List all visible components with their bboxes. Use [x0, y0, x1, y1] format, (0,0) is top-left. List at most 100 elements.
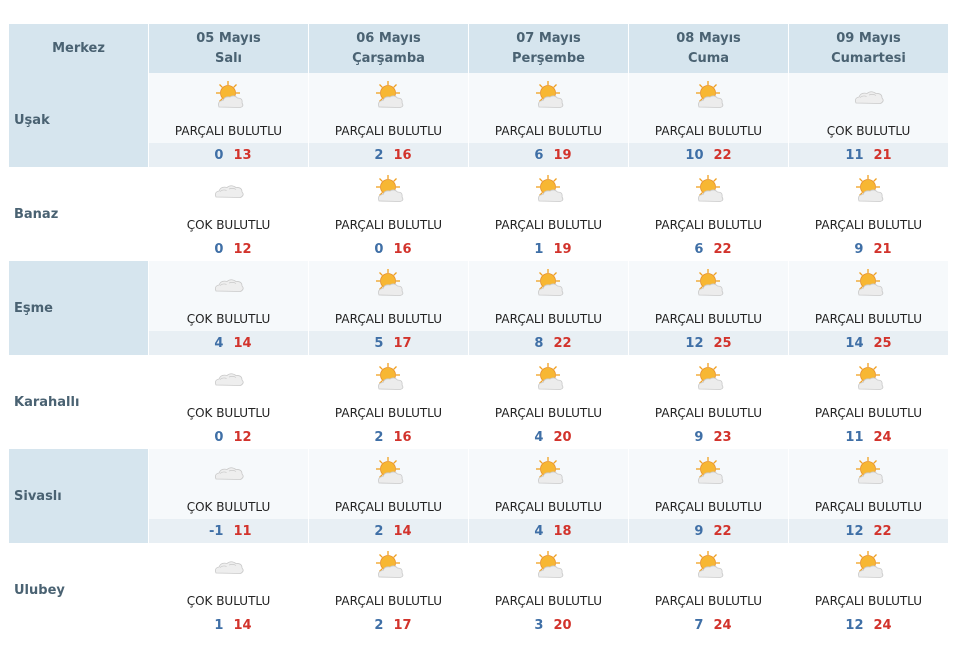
partly-cloudy-icon: [855, 269, 883, 296]
temperature-cell: 11 24: [788, 425, 949, 449]
condition-text: PARÇALI BULUTLU: [308, 495, 469, 519]
city-row: Banaz: [9, 167, 949, 261]
condition-text: PARÇALI BULUTLU: [468, 495, 629, 519]
min-temperature: -1: [209, 523, 224, 539]
partly-cloudy-icon: [695, 457, 723, 484]
temperature-cell: 2 17: [308, 613, 469, 637]
min-temperature: 3: [534, 617, 544, 633]
condition-text: PARÇALI BULUTLU: [308, 307, 469, 331]
temperature-cell: 12 25: [628, 331, 789, 355]
header-row: Merkez 05 Mayıs Salı 06 Mayıs Çarşamba 07 …: [9, 24, 949, 73]
partly-cloudy-icon: [535, 81, 563, 108]
weather-icon-cell: [468, 73, 629, 119]
partly-cloudy-icon: [535, 175, 563, 202]
city-name: Ulubey: [9, 543, 149, 637]
condition-text: ÇOK BULUTLU: [148, 589, 309, 613]
condition-text: PARÇALI BULUTLU: [628, 307, 789, 331]
min-temperature: 4: [534, 429, 544, 445]
min-temperature: 2: [374, 523, 384, 539]
condition-text: PARÇALI BULUTLU: [468, 589, 629, 613]
temperature-cell: 3 20: [468, 613, 629, 637]
condition-text: PARÇALI BULUTLU: [308, 119, 469, 143]
partly-cloudy-icon: [855, 363, 883, 390]
temperature-cell: 8 22: [468, 331, 629, 355]
min-temperature: 1: [534, 241, 544, 257]
weather-icon-cell: [308, 355, 469, 401]
day-header: 08 Mayıs Cuma: [628, 24, 789, 73]
max-temperature: 14: [233, 617, 252, 633]
max-temperature: 14: [233, 335, 252, 351]
min-temperature: 8: [534, 335, 544, 351]
temperature-cell: 9 23: [628, 425, 789, 449]
min-temperature: 0: [214, 147, 224, 163]
max-temperature: 16: [393, 241, 412, 257]
cloudy-icon: [214, 467, 244, 480]
condition-text: PARÇALI BULUTLU: [468, 307, 629, 331]
temperature-cell: 6 22: [628, 237, 789, 261]
day-header: 06 Mayıs Çarşamba: [308, 24, 469, 73]
cloudy-icon: [214, 373, 244, 386]
temperature-row: -1 11 2 14 4 18 9 22 12 22: [9, 519, 949, 543]
condition-text: ÇOK BULUTLU: [788, 119, 949, 143]
condition-row: ÇOK BULUTLU PARÇALI BULUTLU PARÇALI BULUTL…: [9, 495, 949, 519]
temperature-cell: 14 25: [788, 331, 949, 355]
day-header: 09 Mayıs Cumartesi: [788, 24, 949, 73]
partly-cloudy-icon: [375, 81, 403, 108]
min-temperature: 0: [214, 429, 224, 445]
condition-text: PARÇALI BULUTLU: [308, 213, 469, 237]
temperature-cell: 9 22: [628, 519, 789, 543]
temperature-row: 0 13 2 16 6 19 10 22 11 21: [9, 143, 949, 167]
weather-icon-cell: [468, 167, 629, 213]
condition-text: PARÇALI BULUTLU: [148, 119, 309, 143]
weather-icon-cell: [628, 261, 789, 307]
partly-cloudy-icon: [695, 551, 723, 578]
weather-icon-cell: [628, 543, 789, 589]
condition-text: PARÇALI BULUTLU: [308, 589, 469, 613]
condition-text: ÇOK BULUTLU: [148, 401, 309, 425]
partly-cloudy-icon: [855, 175, 883, 202]
max-temperature: 24: [713, 617, 732, 633]
weather-icon-cell: [468, 355, 629, 401]
condition-text: PARÇALI BULUTLU: [628, 401, 789, 425]
min-temperature: 5: [374, 335, 384, 351]
condition-row: PARÇALI BULUTLU PARÇALI BULUTLU PARÇALI BU…: [9, 119, 949, 143]
max-temperature: 24: [873, 429, 892, 445]
min-temperature: 7: [694, 617, 704, 633]
temperature-cell: 12 22: [788, 519, 949, 543]
weather-icon-cell: [468, 543, 629, 589]
condition-text: ÇOK BULUTLU: [148, 307, 309, 331]
condition-text: ÇOK BULUTLU: [148, 495, 309, 519]
min-temperature: 12: [845, 617, 864, 633]
weather-icon-cell: [308, 449, 469, 495]
partly-cloudy-icon: [535, 269, 563, 296]
day-header: 07 Mayıs Perşembe: [468, 24, 629, 73]
partly-cloudy-icon: [695, 81, 723, 108]
city-name: Eşme: [9, 261, 149, 355]
temperature-cell: 0 12: [148, 237, 309, 261]
city-row: Eşme: [9, 261, 949, 355]
city-row: Karahallı: [9, 355, 949, 449]
partly-cloudy-icon: [855, 551, 883, 578]
condition-text: PARÇALI BULUTLU: [628, 119, 789, 143]
condition-row: ÇOK BULUTLU PARÇALI BULUTLU PARÇALI BULUTL…: [9, 213, 949, 237]
max-temperature: 12: [233, 429, 252, 445]
condition-text: PARÇALI BULUTLU: [628, 495, 789, 519]
max-temperature: 20: [553, 617, 572, 633]
condition-text: PARÇALI BULUTLU: [788, 307, 949, 331]
min-temperature: 12: [845, 523, 864, 539]
weather-icon-cell: [148, 261, 309, 307]
partly-cloudy-icon: [695, 363, 723, 390]
weather-icon-cell: [788, 73, 949, 119]
temperature-cell: 2 16: [308, 425, 469, 449]
min-temperature: 0: [374, 241, 384, 257]
temperature-cell: 4 14: [148, 331, 309, 355]
max-temperature: 16: [393, 429, 412, 445]
min-temperature: 4: [534, 523, 544, 539]
weather-icon-cell: [788, 355, 949, 401]
partly-cloudy-icon: [695, 269, 723, 296]
min-temperature: 6: [694, 241, 704, 257]
weather-icon-cell: [148, 449, 309, 495]
weather-icon-cell: [308, 73, 469, 119]
condition-text: ÇOK BULUTLU: [148, 213, 309, 237]
min-temperature: 10: [685, 147, 704, 163]
